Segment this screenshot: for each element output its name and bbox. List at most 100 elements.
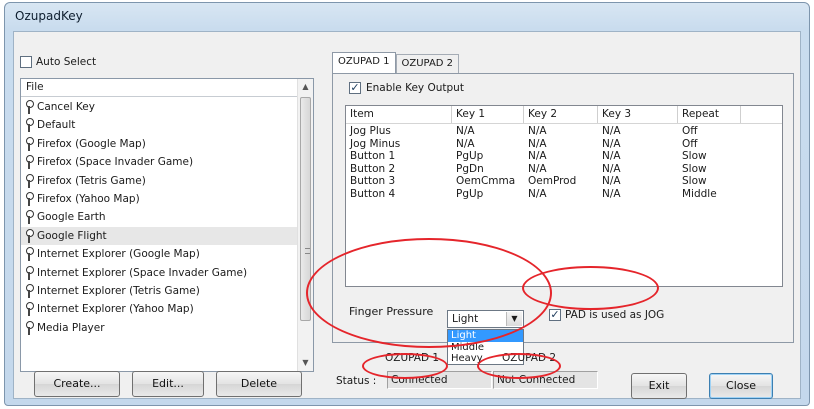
table-row[interactable]: Jog Plus N/A N/A N/A Off bbox=[346, 125, 782, 138]
table-cell: N/A bbox=[602, 187, 621, 200]
list-item[interactable]: Media Player bbox=[21, 319, 297, 337]
list-item[interactable]: Internet Explorer (Space Invader Game) bbox=[21, 264, 297, 282]
pad1-status: Connected bbox=[387, 371, 492, 389]
table-cell: N/A bbox=[528, 162, 547, 175]
table-cell: PgUp bbox=[456, 150, 484, 163]
table-cell: Middle bbox=[682, 187, 717, 200]
table-cell: Slow bbox=[682, 162, 707, 175]
list-item-label: Cancel Key bbox=[37, 101, 95, 113]
table-cell: N/A bbox=[602, 150, 621, 163]
list-item-label: Internet Explorer (Google Map) bbox=[37, 248, 200, 261]
list-item[interactable]: Google Flight bbox=[21, 226, 297, 246]
key-config-icon bbox=[25, 191, 34, 206]
finger-pressure-select[interactable]: Light ▼ bbox=[447, 310, 524, 328]
list-item[interactable]: Internet Explorer (Tetris Game) bbox=[21, 282, 297, 300]
table-row[interactable]: Button 4 PgUp N/A N/A Middle bbox=[346, 188, 782, 201]
list-item[interactable]: Google Earth bbox=[21, 208, 297, 226]
pad-tabs: OZUPAD 1 OZUPAD 2 bbox=[332, 52, 460, 74]
table-cell: Button 3 bbox=[350, 175, 396, 188]
edit-button[interactable]: Edit... bbox=[132, 371, 204, 397]
create-button[interactable]: Create... bbox=[34, 371, 120, 397]
list-item[interactable]: Cancel Key bbox=[21, 98, 297, 116]
table-row[interactable]: Jog Minus N/A N/A N/A Off bbox=[346, 138, 782, 151]
finger-pressure-label: Finger Pressure bbox=[349, 305, 434, 318]
chevron-down-icon[interactable]: ▼ bbox=[506, 312, 522, 326]
pad-as-jog-label: PAD is used as JOG bbox=[565, 309, 665, 321]
enable-key-output-label: Enable Key Output bbox=[366, 82, 464, 94]
table-cell: Slow bbox=[682, 175, 707, 188]
key-config-icon bbox=[25, 247, 34, 262]
key-config-icon bbox=[25, 136, 34, 151]
table-cell: PgUp bbox=[456, 187, 484, 200]
exit-button[interactable]: Exit bbox=[631, 373, 687, 399]
table-row[interactable]: Button 3 OemCmma OemProd N/A Slow bbox=[346, 175, 782, 188]
enable-key-output-box[interactable]: ✓ bbox=[349, 82, 361, 94]
list-item[interactable]: Firefox (Tetris Game) bbox=[21, 172, 297, 190]
auto-select-box[interactable] bbox=[20, 56, 32, 68]
table-cell: N/A bbox=[528, 150, 547, 163]
file-list[interactable]: File Cancel Key Default Firefox (Google Ma… bbox=[20, 78, 314, 372]
table-row[interactable]: Button 1 PgUp N/A N/A Slow bbox=[346, 150, 782, 163]
list-item[interactable]: Internet Explorer (Google Map) bbox=[21, 245, 297, 263]
table-cell: Button 4 bbox=[350, 187, 396, 200]
column-header-key1[interactable]: Key 1 bbox=[452, 106, 524, 123]
table-cell: PgDn bbox=[456, 162, 484, 175]
list-item-label: Firefox (Space Invader Game) bbox=[37, 156, 194, 169]
key-config-icon bbox=[25, 155, 34, 170]
pad-as-jog-box[interactable]: ✓ bbox=[549, 309, 561, 321]
pad2-name: OZUPAD 2 bbox=[502, 352, 557, 364]
list-item-label: Media Player bbox=[37, 321, 105, 334]
list-item[interactable]: Default bbox=[21, 116, 297, 134]
window-title: OzupadKey bbox=[15, 9, 83, 23]
column-header-key2[interactable]: Key 2 bbox=[524, 106, 598, 123]
delete-button[interactable]: Delete bbox=[216, 371, 302, 397]
table-cell: N/A bbox=[456, 137, 475, 150]
column-header-item[interactable]: Item bbox=[346, 106, 452, 123]
key-mapping-table[interactable]: Item Key 1 Key 2 Key 3 Repeat Jog Plus N/… bbox=[345, 105, 783, 287]
pad1-name: OZUPAD 1 bbox=[385, 352, 440, 364]
table-cell: N/A bbox=[528, 137, 547, 150]
file-list-scrollbar[interactable]: ▲ ▼ bbox=[297, 79, 313, 371]
table-cell: Slow bbox=[682, 150, 707, 163]
tab-ozupad-2[interactable]: OZUPAD 2 bbox=[395, 54, 460, 74]
key-config-icon bbox=[25, 283, 34, 298]
list-item-label: Firefox (Google Map) bbox=[37, 137, 146, 150]
table-row[interactable]: Button 2 PgDn N/A N/A Slow bbox=[346, 163, 782, 176]
option-light[interactable]: Light bbox=[448, 330, 523, 342]
file-list-header[interactable]: File bbox=[21, 79, 313, 97]
list-item[interactable]: Firefox (Google Map) bbox=[21, 135, 297, 153]
table-body: Jog Plus N/A N/A N/A Off Jog Minus N/A N/A N/A Of… bbox=[346, 124, 782, 201]
key-config-icon bbox=[25, 173, 34, 188]
table-cell: N/A bbox=[602, 137, 621, 150]
table-cell: Off bbox=[682, 137, 698, 150]
list-item-label: Firefox (Yahoo Map) bbox=[37, 192, 140, 205]
scroll-thumb[interactable] bbox=[300, 97, 311, 321]
list-item-label: Firefox (Tetris Game) bbox=[37, 174, 146, 187]
finger-pressure-value: Light bbox=[452, 313, 479, 325]
file-list-items: Cancel Key Default Firefox (Google Map) Fir… bbox=[21, 98, 297, 371]
auto-select-checkbox[interactable]: Auto Select bbox=[20, 56, 96, 68]
tab-ozupad-1[interactable]: OZUPAD 1 bbox=[332, 52, 396, 74]
tab-panel: ✓ Enable Key Output Item Key 1 Key 2 Key … bbox=[332, 73, 794, 365]
table-cell: Jog Minus bbox=[350, 137, 401, 150]
scroll-up-icon[interactable]: ▲ bbox=[298, 79, 313, 95]
list-item[interactable]: Firefox (Space Invader Game) bbox=[21, 153, 297, 171]
close-button[interactable]: Close bbox=[709, 373, 773, 399]
grip-icon bbox=[305, 248, 310, 254]
list-item-label: Internet Explorer (Yahoo Map) bbox=[37, 303, 194, 316]
column-header-repeat[interactable]: Repeat bbox=[678, 106, 741, 123]
list-item[interactable]: Internet Explorer (Yahoo Map) bbox=[21, 300, 297, 318]
list-item-label: Internet Explorer (Tetris Game) bbox=[37, 284, 200, 297]
list-item-label: Default bbox=[37, 119, 76, 132]
table-cell: N/A bbox=[602, 162, 621, 175]
pad-as-jog-checkbox[interactable]: ✓ PAD is used as JOG bbox=[549, 309, 664, 321]
column-header-key3[interactable]: Key 3 bbox=[598, 106, 678, 123]
table-cell: N/A bbox=[602, 175, 621, 188]
scroll-down-icon[interactable]: ▼ bbox=[298, 355, 313, 371]
table-cell: Button 2 bbox=[350, 162, 396, 175]
list-item[interactable]: Firefox (Yahoo Map) bbox=[21, 190, 297, 208]
enable-key-output-checkbox[interactable]: ✓ Enable Key Output bbox=[349, 82, 464, 94]
table-cell: N/A bbox=[602, 125, 621, 137]
table-cell: N/A bbox=[528, 125, 547, 137]
key-config-icon bbox=[25, 302, 34, 317]
